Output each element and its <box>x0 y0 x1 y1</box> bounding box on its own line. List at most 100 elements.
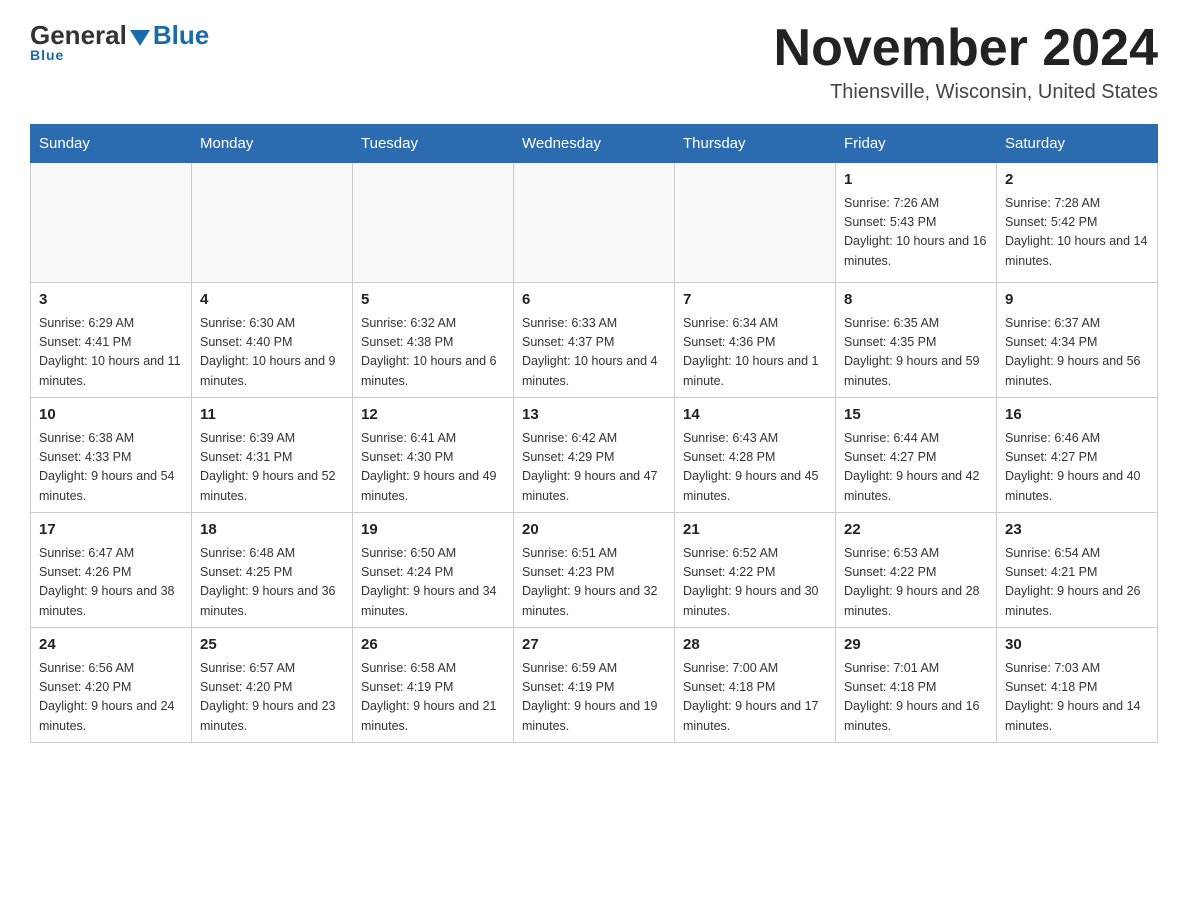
col-saturday: Saturday <box>997 125 1158 163</box>
day-info: Sunrise: 6:39 AMSunset: 4:31 PMDaylight:… <box>200 429 344 507</box>
day-info: Sunrise: 6:58 AMSunset: 4:19 PMDaylight:… <box>361 659 505 737</box>
day-info: Sunrise: 6:32 AMSunset: 4:38 PMDaylight:… <box>361 314 505 392</box>
calendar-cell: 11Sunrise: 6:39 AMSunset: 4:31 PMDayligh… <box>192 398 353 513</box>
calendar-cell: 1Sunrise: 7:26 AMSunset: 5:43 PMDaylight… <box>836 163 997 283</box>
col-sunday: Sunday <box>31 125 192 163</box>
header-row: Sunday Monday Tuesday Wednesday Thursday… <box>31 125 1158 163</box>
day-info: Sunrise: 6:51 AMSunset: 4:23 PMDaylight:… <box>522 544 666 622</box>
day-info: Sunrise: 7:00 AMSunset: 4:18 PMDaylight:… <box>683 659 827 737</box>
logo-blue-text: Blue <box>153 20 209 51</box>
calendar-cell: 23Sunrise: 6:54 AMSunset: 4:21 PMDayligh… <box>997 513 1158 628</box>
calendar-cell: 18Sunrise: 6:48 AMSunset: 4:25 PMDayligh… <box>192 513 353 628</box>
day-info: Sunrise: 6:30 AMSunset: 4:40 PMDaylight:… <box>200 314 344 392</box>
day-number: 10 <box>39 404 183 427</box>
day-number: 13 <box>522 404 666 427</box>
day-number: 28 <box>683 634 827 657</box>
calendar-cell: 3Sunrise: 6:29 AMSunset: 4:41 PMDaylight… <box>31 283 192 398</box>
day-number: 2 <box>1005 169 1149 192</box>
calendar-week-2: 3Sunrise: 6:29 AMSunset: 4:41 PMDaylight… <box>31 283 1158 398</box>
calendar-cell: 15Sunrise: 6:44 AMSunset: 4:27 PMDayligh… <box>836 398 997 513</box>
day-number: 12 <box>361 404 505 427</box>
day-number: 23 <box>1005 519 1149 542</box>
day-info: Sunrise: 7:26 AMSunset: 5:43 PMDaylight:… <box>844 194 988 272</box>
day-number: 30 <box>1005 634 1149 657</box>
day-number: 27 <box>522 634 666 657</box>
month-title: November 2024 <box>774 20 1158 77</box>
calendar-cell: 7Sunrise: 6:34 AMSunset: 4:36 PMDaylight… <box>675 283 836 398</box>
logo-triangle-icon <box>130 30 150 46</box>
day-number: 4 <box>200 289 344 312</box>
day-info: Sunrise: 6:52 AMSunset: 4:22 PMDaylight:… <box>683 544 827 622</box>
logo-underline: Blue <box>30 47 64 63</box>
day-info: Sunrise: 6:50 AMSunset: 4:24 PMDaylight:… <box>361 544 505 622</box>
day-number: 11 <box>200 404 344 427</box>
day-info: Sunrise: 7:01 AMSunset: 4:18 PMDaylight:… <box>844 659 988 737</box>
calendar-cell <box>192 163 353 283</box>
day-number: 18 <box>200 519 344 542</box>
day-number: 22 <box>844 519 988 542</box>
col-monday: Monday <box>192 125 353 163</box>
day-number: 8 <box>844 289 988 312</box>
day-info: Sunrise: 7:28 AMSunset: 5:42 PMDaylight:… <box>1005 194 1149 272</box>
day-number: 5 <box>361 289 505 312</box>
calendar-cell: 12Sunrise: 6:41 AMSunset: 4:30 PMDayligh… <box>353 398 514 513</box>
calendar-cell: 19Sunrise: 6:50 AMSunset: 4:24 PMDayligh… <box>353 513 514 628</box>
day-info: Sunrise: 6:33 AMSunset: 4:37 PMDaylight:… <box>522 314 666 392</box>
calendar-cell: 20Sunrise: 6:51 AMSunset: 4:23 PMDayligh… <box>514 513 675 628</box>
day-info: Sunrise: 6:48 AMSunset: 4:25 PMDaylight:… <box>200 544 344 622</box>
day-number: 26 <box>361 634 505 657</box>
calendar-cell: 8Sunrise: 6:35 AMSunset: 4:35 PMDaylight… <box>836 283 997 398</box>
calendar-cell <box>31 163 192 283</box>
day-number: 29 <box>844 634 988 657</box>
calendar-cell <box>353 163 514 283</box>
col-wednesday: Wednesday <box>514 125 675 163</box>
calendar-cell: 13Sunrise: 6:42 AMSunset: 4:29 PMDayligh… <box>514 398 675 513</box>
day-number: 3 <box>39 289 183 312</box>
calendar-cell: 6Sunrise: 6:33 AMSunset: 4:37 PMDaylight… <box>514 283 675 398</box>
col-thursday: Thursday <box>675 125 836 163</box>
day-info: Sunrise: 6:29 AMSunset: 4:41 PMDaylight:… <box>39 314 183 392</box>
calendar-cell: 21Sunrise: 6:52 AMSunset: 4:22 PMDayligh… <box>675 513 836 628</box>
calendar-cell <box>675 163 836 283</box>
day-info: Sunrise: 6:47 AMSunset: 4:26 PMDaylight:… <box>39 544 183 622</box>
day-number: 20 <box>522 519 666 542</box>
day-info: Sunrise: 6:59 AMSunset: 4:19 PMDaylight:… <box>522 659 666 737</box>
day-number: 19 <box>361 519 505 542</box>
calendar-cell: 4Sunrise: 6:30 AMSunset: 4:40 PMDaylight… <box>192 283 353 398</box>
calendar-cell: 10Sunrise: 6:38 AMSunset: 4:33 PMDayligh… <box>31 398 192 513</box>
day-number: 24 <box>39 634 183 657</box>
day-info: Sunrise: 6:46 AMSunset: 4:27 PMDaylight:… <box>1005 429 1149 507</box>
calendar-cell: 17Sunrise: 6:47 AMSunset: 4:26 PMDayligh… <box>31 513 192 628</box>
day-number: 7 <box>683 289 827 312</box>
calendar-cell: 5Sunrise: 6:32 AMSunset: 4:38 PMDaylight… <box>353 283 514 398</box>
day-number: 9 <box>1005 289 1149 312</box>
day-info: Sunrise: 6:54 AMSunset: 4:21 PMDaylight:… <box>1005 544 1149 622</box>
day-info: Sunrise: 6:57 AMSunset: 4:20 PMDaylight:… <box>200 659 344 737</box>
day-number: 21 <box>683 519 827 542</box>
day-number: 15 <box>844 404 988 427</box>
calendar-cell: 24Sunrise: 6:56 AMSunset: 4:20 PMDayligh… <box>31 628 192 743</box>
day-info: Sunrise: 6:35 AMSunset: 4:35 PMDaylight:… <box>844 314 988 392</box>
calendar-cell: 2Sunrise: 7:28 AMSunset: 5:42 PMDaylight… <box>997 163 1158 283</box>
day-number: 16 <box>1005 404 1149 427</box>
calendar-week-4: 17Sunrise: 6:47 AMSunset: 4:26 PMDayligh… <box>31 513 1158 628</box>
day-info: Sunrise: 6:44 AMSunset: 4:27 PMDaylight:… <box>844 429 988 507</box>
day-info: Sunrise: 6:43 AMSunset: 4:28 PMDaylight:… <box>683 429 827 507</box>
col-friday: Friday <box>836 125 997 163</box>
calendar-table: Sunday Monday Tuesday Wednesday Thursday… <box>30 124 1158 743</box>
day-info: Sunrise: 6:37 AMSunset: 4:34 PMDaylight:… <box>1005 314 1149 392</box>
location-title: Thiensville, Wisconsin, United States <box>774 81 1158 104</box>
calendar-cell: 22Sunrise: 6:53 AMSunset: 4:22 PMDayligh… <box>836 513 997 628</box>
header: General Blue Blue November 2024 Thiensvi… <box>30 20 1158 104</box>
day-number: 6 <box>522 289 666 312</box>
calendar-cell: 28Sunrise: 7:00 AMSunset: 4:18 PMDayligh… <box>675 628 836 743</box>
calendar-week-5: 24Sunrise: 6:56 AMSunset: 4:20 PMDayligh… <box>31 628 1158 743</box>
calendar-week-3: 10Sunrise: 6:38 AMSunset: 4:33 PMDayligh… <box>31 398 1158 513</box>
logo: General Blue Blue <box>30 20 209 63</box>
calendar-cell: 16Sunrise: 6:46 AMSunset: 4:27 PMDayligh… <box>997 398 1158 513</box>
calendar-cell: 29Sunrise: 7:01 AMSunset: 4:18 PMDayligh… <box>836 628 997 743</box>
day-info: Sunrise: 6:34 AMSunset: 4:36 PMDaylight:… <box>683 314 827 392</box>
calendar-cell: 9Sunrise: 6:37 AMSunset: 4:34 PMDaylight… <box>997 283 1158 398</box>
title-area: November 2024 Thiensville, Wisconsin, Un… <box>774 20 1158 104</box>
day-number: 14 <box>683 404 827 427</box>
